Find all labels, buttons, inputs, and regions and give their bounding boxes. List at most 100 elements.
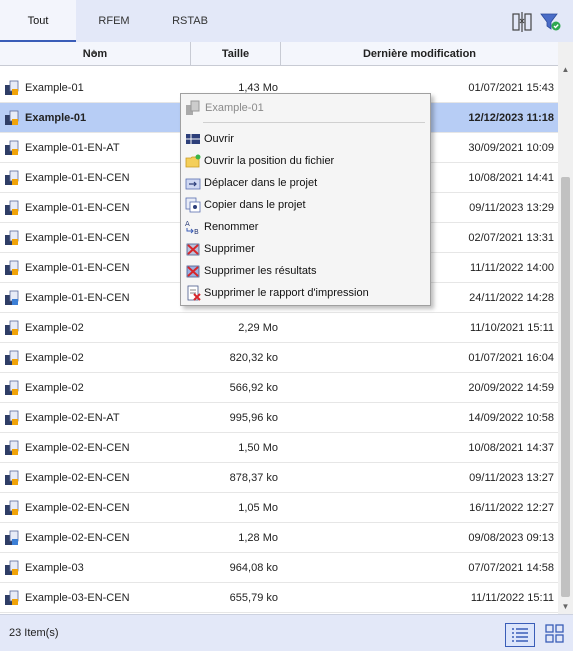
rfem-file-icon [5,380,19,395]
context-menu-item-label: Déplacer dans le projet [204,177,318,189]
rfem-file-icon [5,440,19,455]
context-menu: Example-01 Ouvrir Ouvrir la position du f… [180,93,431,306]
rfem-file-icon [5,410,19,425]
file-modified-date: 11/11/2022 14:00 [469,262,554,274]
file-name: Example-02 [25,382,84,394]
file-size: 1,28 Mo [238,532,278,544]
tab-rfem[interactable]: RFEM [76,0,152,42]
table-row[interactable]: Example-02-EN-CEN 1,05 Mo 16/11/2022 12:27 [0,493,558,523]
context-menu-item-label: Renommer [204,221,259,233]
context-menu-item-copier-dans-le-projet[interactable]: Copier dans le projet [181,194,430,216]
file-name: Example-01 [25,82,84,94]
file-modified-date: 09/11/2023 13:27 [469,472,554,484]
file-name: Example-01-EN-AT [25,142,120,154]
file-name: Example-01-EN-CEN [25,262,130,274]
file-name: Example-03-EN-CEN [25,592,130,604]
grid-view-button[interactable] [541,623,571,647]
file-modified-date: 10/08/2021 14:37 [468,442,554,454]
folder-icon [185,154,201,168]
column-header: ▲ Nom Taille Dernière modification [0,42,558,66]
file-modified-date: 14/09/2022 10:58 [468,412,554,424]
tab-bar: Tout RFEM RSTAB [0,0,573,42]
table-row[interactable]: Example-02 566,92 ko 20/09/2022 14:59 [0,373,558,403]
rfem-file-icon [5,110,19,125]
rfem-file-icon [5,590,19,605]
table-row[interactable]: Example-02-EN-CEN 1,50 Mo 10/08/2021 14:37 [0,433,558,463]
tab-tout[interactable]: Tout [0,0,76,42]
list-view-button[interactable] [505,623,535,647]
column-modified-header[interactable]: Dernière modification [281,42,558,66]
context-menu-item-supprimer[interactable]: Supprimer [181,238,430,260]
delete-icon [186,243,200,256]
rename-icon: AB [185,220,199,235]
rfem-file-icon [5,260,19,275]
scroll-up-icon[interactable]: ▲ [558,62,573,77]
table-row[interactable]: Example-02-EN-AT 995,96 ko 14/09/2022 10:5… [0,403,558,433]
file-size: 655,79 ko [229,592,278,604]
file-name: Example-02 [25,322,84,334]
file-name: Example-02-EN-CEN [25,442,130,454]
table-row[interactable]: Example-03 964,08 ko 07/07/2021 14:58 [0,553,558,583]
table-row[interactable]: Example-02-EN-CEN 878,37 ko 09/11/2023 13:… [0,463,558,493]
context-menu-item-ouvrir[interactable]: Ouvrir [181,128,430,150]
vertical-scrollbar[interactable]: ▲ ▼ [558,42,573,614]
file-modified-date: 20/09/2022 14:59 [468,382,554,394]
column-size-header[interactable]: Taille [191,42,281,66]
file-size: 964,08 ko [229,562,278,574]
table-row[interactable]: Example-02 820,32 ko 01/07/2021 16:04 [0,343,558,373]
sort-ascending-icon: ▲ [90,47,98,56]
file-size: 878,37 ko [229,472,278,484]
table-row[interactable]: Example-02-EN-CEN 1,28 Mo 09/08/2023 09:13 [0,523,558,553]
rfem-file-icon [5,350,19,365]
context-menu-item-label: Ouvrir la position du fichier [204,155,335,167]
scrollbar-thumb[interactable] [561,177,570,597]
context-menu-item-supprimer-le-rapport-d-impression[interactable]: Supprimer le rapport d'impression [181,282,430,304]
file-name: Example-02-EN-AT [25,412,120,424]
file-modified-date: 01/07/2021 15:43 [468,82,554,94]
file-modified-date: 11/10/2021 15:11 [469,322,554,334]
rstab-file-icon [5,290,19,305]
context-menu-item-ouvrir-la-position-du-fichier[interactable]: Ouvrir la position du fichier [181,150,430,172]
file-modified-date: 09/08/2023 09:13 [468,532,554,544]
rfem-file-icon [5,200,19,215]
file-modified-date: 12/12/2023 11:18 [468,112,554,124]
file-name: Example-01-EN-CEN [25,172,130,184]
svg-text:A: A [185,220,190,228]
file-name: Example-01-EN-CEN [25,292,130,304]
rfem-file-icon [5,230,19,245]
file-size: 2,29 Mo [238,322,278,334]
file-size: 1,50 Mo [238,442,278,454]
file-name: Example-01-EN-CEN [25,232,130,244]
file-modified-date: 01/07/2021 16:04 [468,352,554,364]
context-menu-item-supprimer-les-r-sultats[interactable]: Supprimer les résultats [181,260,430,282]
filter-icon[interactable] [539,11,561,33]
context-menu-item-label: Supprimer les résultats [204,265,317,277]
file-modified-date: 10/08/2021 14:41 [468,172,554,184]
file-modified-date: 07/07/2021 14:58 [468,562,554,574]
status-bar: 23 Item(s) [0,614,573,651]
table-row[interactable]: Example-02 2,29 Mo 11/10/2021 15:11 [0,313,558,343]
file-modified-date: 09/11/2023 13:29 [469,202,554,214]
context-menu-item-d-placer-dans-le-projet[interactable]: Déplacer dans le projet [181,172,430,194]
rfem-file-icon [5,80,19,95]
file-modified-date: 24/11/2022 14:28 [469,292,554,304]
compare-columns-icon[interactable] [511,11,533,33]
rfem-file-icon [5,560,19,575]
open-model-icon [186,134,200,144]
column-name-header[interactable]: ▲ Nom [0,42,191,66]
scroll-down-icon[interactable]: ▼ [558,599,573,614]
file-modified-date: 11/11/2022 15:11 [470,592,554,604]
context-menu-item-renommer[interactable]: A B Renommer [181,216,430,238]
delete-report-icon [187,285,201,301]
item-count: 23 Item(s) [9,627,59,639]
context-menu-item-label: Supprimer [204,243,255,255]
file-size: 1,05 Mo [238,502,278,514]
context-menu-item-label: Copier dans le projet [204,199,306,211]
file-modified-date: 30/09/2021 10:09 [468,142,554,154]
copy-to-project-icon [185,197,201,213]
file-modified-date: 16/11/2022 12:27 [469,502,554,514]
file-name: Example-02-EN-CEN [25,502,130,514]
tab-rstab[interactable]: RSTAB [152,0,228,42]
table-row[interactable]: Example-03-EN-CEN 655,79 ko 11/11/2022 15:… [0,583,558,613]
rfem-file-icon [5,320,19,335]
